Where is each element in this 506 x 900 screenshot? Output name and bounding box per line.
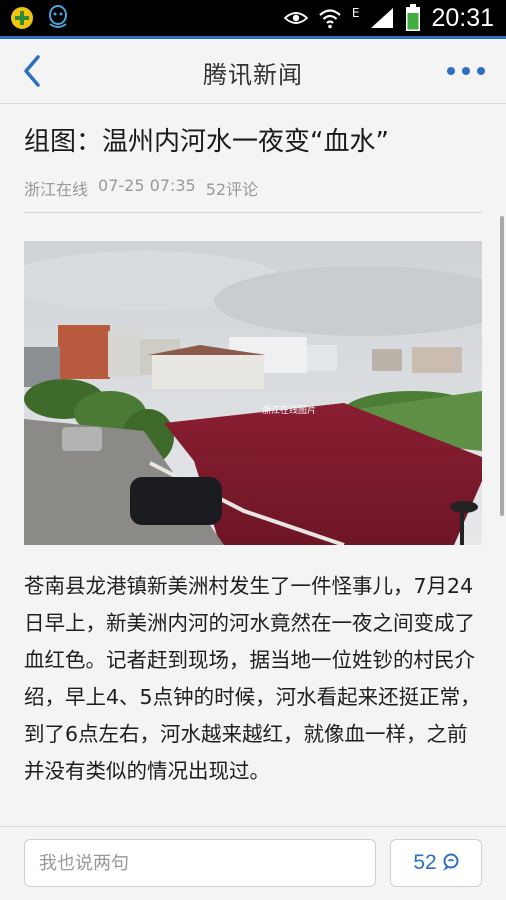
comment-input[interactable] [24,839,376,887]
comment-bar: 52 [0,826,506,900]
comment-bubble-icon [442,853,459,871]
app-plus-icon [11,7,33,29]
more-dots-icon[interactable] [446,65,486,77]
article-paragraph: 苍南县龙港镇新美洲村发生了一件怪事儿，7月24日早上，新美洲内河的河水竟然在一夜… [24,574,481,783]
clock: 20:31 [431,3,494,32]
page-title: 腾讯新闻 [203,61,303,89]
signal-icon [371,8,394,28]
wifi-icon [319,9,341,29]
status-bar: E 20:31 [0,0,506,36]
nav-bar: 腾讯新闻 [0,36,506,104]
header-divider [24,212,482,213]
battery-icon [406,4,421,31]
article-headline: 组图：温州内河水一夜变“血水” [24,127,389,157]
news-photo[interactable]: 浙江在线图片 [24,241,482,545]
eye-icon [283,12,308,24]
network-type-label: E [351,6,360,20]
comment-count: 52 [413,851,437,874]
article-source: 浙江在线 [24,180,89,199]
article-datetime: 07-25 07:35 [98,176,196,195]
comment-count-button[interactable]: 52 [390,839,482,887]
article-body[interactable]: 组图：温州内河水一夜变“血水” 浙江在线 07-25 07:35 52评论 浙江… [0,104,506,826]
photo-watermark: 浙江在线图片 [262,404,316,416]
article-meta: 浙江在线 07-25 07:35 52评论 [24,176,258,200]
qq-icon [49,5,67,28]
scrollbar[interactable] [500,216,504,516]
article-comment-count[interactable]: 52评论 [206,176,258,200]
